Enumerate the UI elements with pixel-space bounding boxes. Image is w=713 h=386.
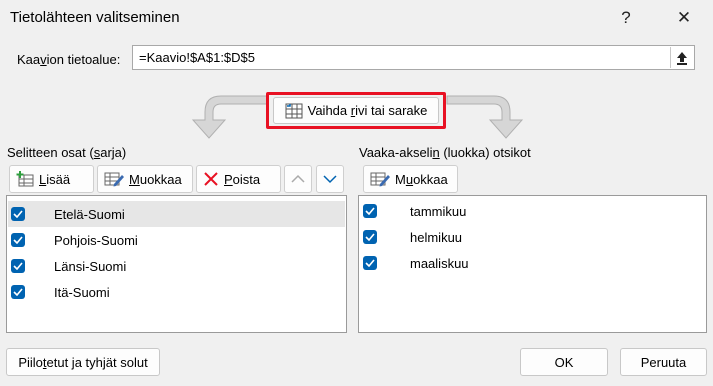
remove-series-button[interactable]: Poista: [196, 165, 281, 193]
checkbox[interactable]: [11, 233, 25, 247]
checkbox[interactable]: [363, 256, 377, 270]
checkbox[interactable]: [363, 230, 377, 244]
series-item-label: Pohjois-Suomi: [54, 232, 138, 248]
list-item[interactable]: maaliskuu: [360, 250, 705, 276]
data-range-value: =Kaavio!$A$1:$D$5: [139, 50, 256, 65]
category-item-label: tammikuu: [410, 203, 467, 219]
hidden-empty-cells-label: Piilotetut ja tyhjät solut: [18, 354, 148, 370]
checkbox[interactable]: [363, 204, 377, 218]
list-item[interactable]: Pohjois-Suomi: [8, 227, 345, 253]
check-icon: [13, 236, 23, 244]
add-table-icon: [16, 171, 34, 187]
right-curved-arrow-icon: [446, 95, 524, 139]
list-item[interactable]: Länsi-Suomi: [8, 253, 345, 279]
edit-categories-label: Muokkaa: [395, 171, 448, 187]
check-icon: [13, 262, 23, 270]
checkbox[interactable]: [11, 285, 25, 299]
add-series-button[interactable]: Lisää: [9, 165, 94, 193]
switch-row-column-icon: [285, 103, 303, 118]
series-item-label: Länsi-Suomi: [54, 258, 127, 274]
check-icon: [13, 288, 23, 296]
cancel-button[interactable]: Peruuta: [620, 348, 707, 376]
edit-series-label: Muokkaa: [129, 171, 182, 187]
hidden-empty-cells-button[interactable]: Piilotetut ja tyhjät solut: [6, 348, 160, 376]
data-range-label: Kaavion tietoalue:: [17, 52, 121, 67]
chevron-down-icon: [323, 175, 337, 184]
checkbox[interactable]: [11, 207, 25, 221]
list-item[interactable]: Itä-Suomi: [8, 279, 345, 305]
series-item-label: Etelä-Suomi: [54, 206, 125, 222]
list-item[interactable]: helmikuu: [360, 224, 705, 250]
series-list: Etelä-Suomi Pohjois-Suomi Länsi-Suomi It…: [6, 195, 347, 333]
delete-x-icon: [204, 172, 218, 186]
list-item[interactable]: Etelä-Suomi: [8, 201, 345, 227]
left-curved-arrow-icon: [191, 95, 269, 139]
help-icon: ?: [621, 8, 631, 27]
check-icon: [13, 210, 23, 218]
check-icon: [365, 259, 375, 267]
edit-series-button[interactable]: Muokkaa: [97, 165, 193, 193]
check-icon: [365, 233, 375, 241]
edit-table-icon: [370, 172, 390, 187]
chevron-up-icon: [291, 174, 305, 183]
checkbox[interactable]: [11, 259, 25, 273]
category-panel-label: Vaaka-akselin (luokka) otsikot: [359, 145, 531, 160]
ok-button[interactable]: OK: [520, 348, 608, 376]
list-item[interactable]: tammikuu: [360, 198, 705, 224]
category-item-label: helmikuu: [410, 229, 463, 245]
move-down-button[interactable]: [316, 165, 344, 193]
switch-row-column-button[interactable]: Vaihda rivi tai sarake: [273, 97, 439, 124]
series-item-label: Itä-Suomi: [54, 284, 110, 300]
check-icon: [365, 207, 375, 215]
switch-row-column-label: Vaihda rivi tai sarake: [307, 103, 428, 118]
edit-categories-button[interactable]: Muokkaa: [363, 165, 458, 193]
close-icon: ✕: [676, 8, 692, 27]
remove-series-label: Poista: [224, 171, 261, 187]
help-button[interactable]: ?: [610, 4, 642, 32]
data-range-input[interactable]: =Kaavio!$A$1:$D$5: [132, 45, 695, 70]
close-button[interactable]: ✕: [668, 4, 700, 32]
move-up-button[interactable]: [284, 165, 312, 193]
series-panel-label: Selitteen osat (sarja): [7, 145, 127, 160]
collapse-dialog-button[interactable]: [670, 47, 693, 68]
dialog-title: Tietolähteen valitseminen: [10, 9, 180, 26]
category-item-label: maaliskuu: [410, 255, 469, 271]
upload-arrow-icon: [677, 51, 687, 65]
add-series-label: Lisää: [39, 171, 71, 187]
edit-table-icon: [104, 172, 124, 187]
category-list: tammikuu helmikuu maaliskuu: [358, 195, 707, 333]
